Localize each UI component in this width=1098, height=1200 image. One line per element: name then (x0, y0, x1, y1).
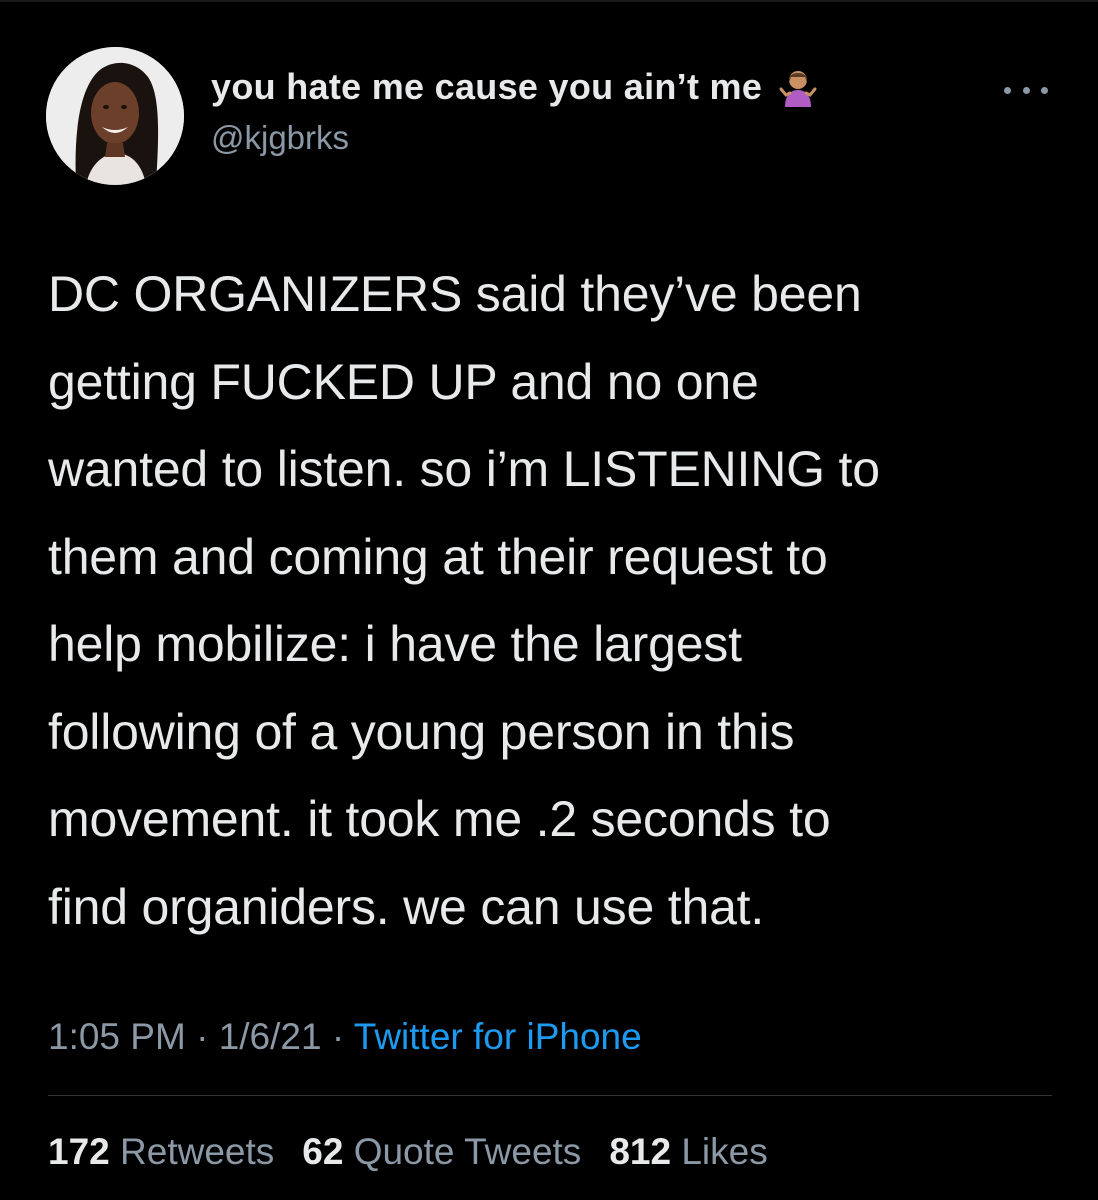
user-handle[interactable]: @kjgbrks (211, 119, 349, 157)
display-name[interactable]: you hate me cause you ain’t me (211, 66, 762, 108)
quote-tweets-stat[interactable]: 62 Quote Tweets (302, 1131, 581, 1173)
quote-tweets-count: 62 (302, 1131, 344, 1172)
more-dot (1041, 86, 1048, 94)
tweet-text: DC ORGANIZERS said they’ve been getting … (48, 266, 880, 935)
more-dot (1022, 86, 1030, 94)
person-shrugging-emoji-icon (779, 71, 817, 107)
user-name-row[interactable]: you hate me cause you ain’t me (211, 66, 818, 108)
retweets-stat[interactable]: 172 Retweets (48, 1131, 274, 1173)
tweet-time[interactable]: 1:05 PM (48, 1016, 186, 1057)
tweet-source-link[interactable]: Twitter for iPhone (354, 1016, 642, 1057)
avatar-image (46, 47, 184, 185)
more-dot (1004, 86, 1011, 94)
stats-divider (48, 1095, 1052, 1096)
tweet-metadata: 1:05 PM · 1/6/21 · Twitter for iPhone (48, 1016, 642, 1058)
meta-separator: · (185, 1016, 219, 1057)
likes-count: 812 (609, 1131, 672, 1172)
retweets-label: Retweets (120, 1131, 275, 1172)
meta-separator: · (321, 1016, 354, 1057)
tweet-stats: 172 Retweets 62 Quote Tweets 812 Likes (48, 1131, 796, 1173)
likes-label: Likes (681, 1131, 768, 1172)
avatar[interactable] (46, 47, 184, 185)
likes-stat[interactable]: 812 Likes (609, 1131, 767, 1173)
more-options-icon[interactable] (1004, 80, 1048, 100)
tweet-date[interactable]: 1/6/21 (219, 1016, 322, 1057)
quote-tweets-label: Quote Tweets (353, 1131, 582, 1172)
retweets-count: 172 (48, 1131, 110, 1172)
top-divider (0, 0, 1098, 2)
